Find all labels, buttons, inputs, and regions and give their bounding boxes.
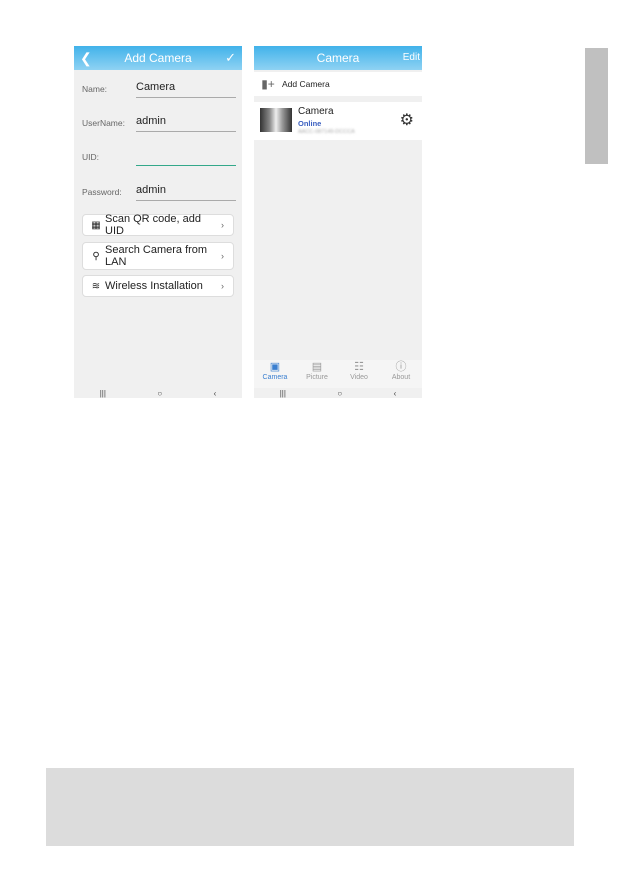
checkmark-icon[interactable]: ✓ [225,46,236,70]
screen-title: Camera [316,51,360,65]
name-field[interactable]: Name: Camera [82,76,236,98]
chevron-right-icon: › [221,251,224,261]
camera-icon: ▣ [269,361,281,373]
camera-thumbnail [260,108,292,132]
tab-label: Picture [306,374,328,381]
info-icon: ⓘ [395,361,407,373]
field-label: UserName: [82,118,125,128]
chevron-right-icon: › [221,281,224,291]
gear-icon[interactable]: ⚙ [400,110,414,130]
camera-list-screen: Camera Edit ▮+ Add Camera Camera Online … [254,46,422,398]
section-tab-marker [585,48,608,164]
add-camera-label: Add Camera [282,79,330,89]
search-icon: ⚲ [92,250,100,262]
back-icon[interactable]: ‹ [214,390,217,398]
screen-title: Add Camera [124,51,192,65]
password-input[interactable]: admin [136,182,236,201]
field-label: Password: [82,187,122,197]
camera-list-item[interactable]: Camera Online AACC-087149-DCCCA ⚙ [254,102,422,140]
qr-code-icon: ▦ [91,219,101,231]
button-label: Wireless Installation [105,280,203,292]
home-icon[interactable]: ○ [157,390,162,398]
add-camera-row[interactable]: ▮+ Add Camera [254,72,422,96]
button-label: Search Camera from LAN [105,244,208,268]
add-video-camera-icon: ▮+ [261,77,275,91]
edit-button[interactable]: Edit [403,46,420,70]
username-input[interactable]: admin [136,113,236,132]
scan-qr-button[interactable]: ▦ Scan QR code, add UID › [82,213,234,237]
search-lan-button[interactable]: ⚲ Search Camera from LAN › [82,242,234,270]
android-nav-bar: ||| ○ ‹ [254,390,422,398]
footer-box [46,768,574,846]
home-icon[interactable]: ○ [337,390,342,398]
tab-label: About [391,374,411,381]
username-field[interactable]: UserName: admin [82,110,236,132]
header: Camera Edit [254,46,422,70]
back-icon[interactable]: ‹ [394,390,397,398]
camera-uid: AACC-087149-DCCCA [298,129,355,135]
chevron-left-icon[interactable]: ❮ [80,46,92,70]
android-nav-bar: ||| ○ ‹ [74,390,242,398]
camera-status: Online [298,119,322,128]
tab-picture[interactable]: ▤ Picture [296,360,338,388]
tab-about[interactable]: ⓘ About [380,360,422,388]
chevron-right-icon: › [221,220,224,230]
tab-label: Camera [262,374,288,381]
tab-camera[interactable]: ▣ Camera [254,360,296,388]
tab-video[interactable]: ☷ Video [338,360,380,388]
video-icon: ☷ [354,361,364,373]
header: ❮ Add Camera ✓ [74,46,242,70]
uid-input[interactable] [136,147,236,166]
password-field[interactable]: Password: admin [82,179,236,201]
recent-apps-icon[interactable]: ||| [100,390,106,398]
picture-icon: ▤ [311,361,323,373]
camera-name: Camera [298,106,334,117]
add-camera-screen: ❮ Add Camera ✓ Name: Camera UserName: ad… [74,46,242,398]
recent-apps-icon[interactable]: ||| [280,390,286,398]
wifi-icon: ≋ [91,280,101,292]
field-label: Name: [82,84,108,94]
name-input[interactable]: Camera [136,79,236,98]
uid-field[interactable]: UID: [82,144,236,166]
tab-label: Video [350,374,368,381]
field-label: UID: [82,152,99,162]
bottom-tab-bar: ▣ Camera ▤ Picture ☷ Video ⓘ About [254,360,422,388]
wireless-install-button[interactable]: ≋ Wireless Installation › [82,275,234,297]
button-label: Scan QR code, add UID [105,213,202,237]
